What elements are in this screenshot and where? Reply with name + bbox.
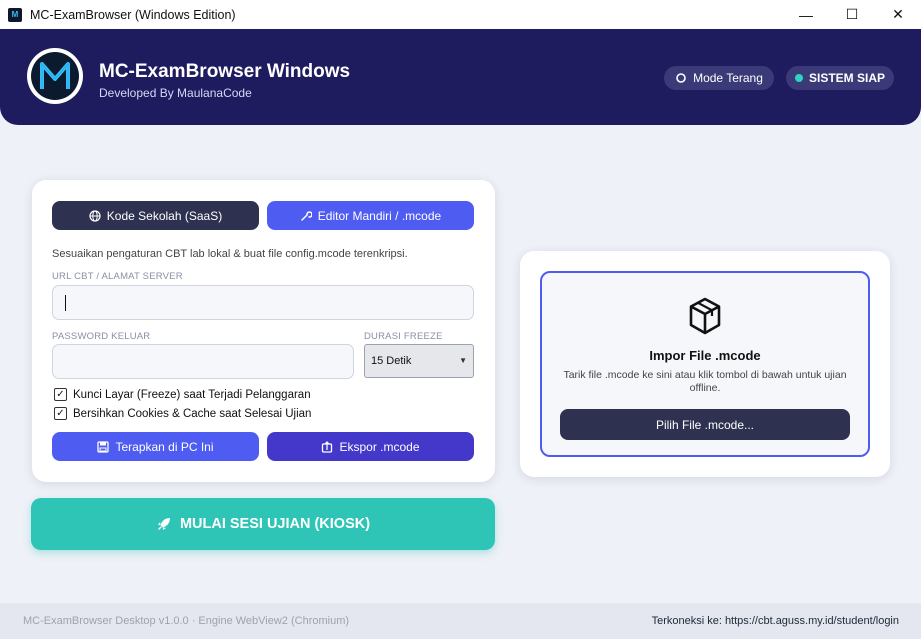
- apply-button-label: Terapkan di PC Ini: [115, 439, 214, 454]
- pick-file-button[interactable]: Pilih File .mcode...: [560, 409, 850, 440]
- wrench-icon: [301, 210, 312, 221]
- window-title: MC-ExamBrowser (Windows Edition): [30, 7, 236, 22]
- freeze-duration-select[interactable]: 15 Detik ▼: [364, 344, 474, 378]
- app-header: MC-ExamBrowser Windows Developed By Maul…: [0, 29, 921, 125]
- clear-cache-checkbox[interactable]: ✓: [54, 407, 67, 420]
- rocket-icon: [157, 518, 170, 530]
- globe-icon: [89, 209, 101, 222]
- lock-screen-label: Kunci Layar (Freeze) saat Terjadi Pelang…: [73, 388, 311, 401]
- chevron-down-icon: ▼: [459, 356, 467, 365]
- lock-screen-checkbox[interactable]: ✓: [54, 388, 67, 401]
- import-description: Tarik file .mcode ke sini atau klik tomb…: [563, 369, 847, 394]
- logo-m-icon: [40, 62, 70, 89]
- tab-school-code-label: Kode Sekolah (SaaS): [106, 208, 223, 223]
- start-exam-button[interactable]: MULAI SESI UJIAN (KIOSK): [31, 498, 495, 550]
- freeze-duration-value: 15 Detik: [371, 355, 412, 367]
- password-label: PASSWORD KELUAR: [52, 331, 151, 342]
- config-description: Sesuaikan pengaturan CBT lab lokal & bua…: [52, 248, 408, 260]
- clear-cache-option: ✓ Bersihkan Cookies & Cache saat Selesai…: [54, 407, 311, 420]
- version-info: MC-ExamBrowser Desktop v1.0.0 · Engine W…: [23, 615, 350, 627]
- mode-toggle-button[interactable]: Mode Terang: [664, 66, 774, 90]
- tab-editor-label: Editor Mandiri / .mcode: [317, 208, 442, 223]
- tab-school-code[interactable]: Kode Sekolah (SaaS): [52, 201, 259, 230]
- url-input[interactable]: [52, 285, 474, 320]
- maximize-button[interactable]: ☐: [829, 0, 875, 29]
- box-icon: [689, 297, 721, 335]
- import-card: Impor File .mcode Tarik file .mcode ke s…: [520, 251, 890, 477]
- config-card: Kode Sekolah (SaaS) Editor Mandiri / .mc…: [32, 180, 495, 482]
- password-input[interactable]: [52, 344, 354, 379]
- app-logo: [27, 48, 83, 104]
- window-titlebar: M MC-ExamBrowser (Windows Edition) — ☐ ✕: [0, 0, 921, 29]
- tab-editor[interactable]: Editor Mandiri / .mcode: [267, 201, 474, 230]
- sun-icon: [676, 73, 686, 83]
- status-badge: SISTEM SIAP: [786, 66, 894, 90]
- export-icon: [322, 440, 333, 453]
- clear-cache-label: Bersihkan Cookies & Cache saat Selesai U…: [73, 407, 312, 420]
- app-icon: M: [8, 7, 22, 22]
- lock-screen-option: ✓ Kunci Layar (Freeze) saat Terjadi Pela…: [54, 388, 311, 401]
- text-caret: [65, 295, 66, 311]
- app-subtitle: Developed By MaulanaCode: [99, 86, 252, 100]
- import-title: Impor File .mcode: [649, 348, 761, 363]
- mode-toggle-label: Mode Terang: [693, 71, 763, 85]
- export-button[interactable]: Ekspor .mcode: [267, 432, 474, 461]
- apply-button[interactable]: Terapkan di PC Ini: [52, 432, 259, 461]
- minimize-button[interactable]: —: [783, 0, 829, 29]
- status-badge-label: SISTEM SIAP: [808, 71, 885, 85]
- status-footer: MC-ExamBrowser Desktop v1.0.0 · Engine W…: [0, 603, 921, 639]
- freeze-duration-label: DURASI FREEZE: [364, 331, 443, 342]
- app-title: MC-ExamBrowser Windows: [99, 61, 351, 82]
- status-dot-icon: [794, 74, 803, 82]
- export-button-label: Ekspor .mcode: [339, 439, 420, 454]
- window-controls: — ☐ ✕: [783, 0, 921, 29]
- start-exam-label: MULAI SESI UJIAN (KIOSK): [179, 516, 371, 532]
- connection-info: Terkoneksi ke: https://cbt.aguss.my.id/s…: [651, 615, 899, 627]
- close-button[interactable]: ✕: [875, 0, 921, 29]
- save-icon: [97, 440, 110, 453]
- url-label: URL CBT / ALAMAT SERVER: [52, 271, 183, 282]
- file-dropzone[interactable]: Impor File .mcode Tarik file .mcode ke s…: [540, 271, 870, 457]
